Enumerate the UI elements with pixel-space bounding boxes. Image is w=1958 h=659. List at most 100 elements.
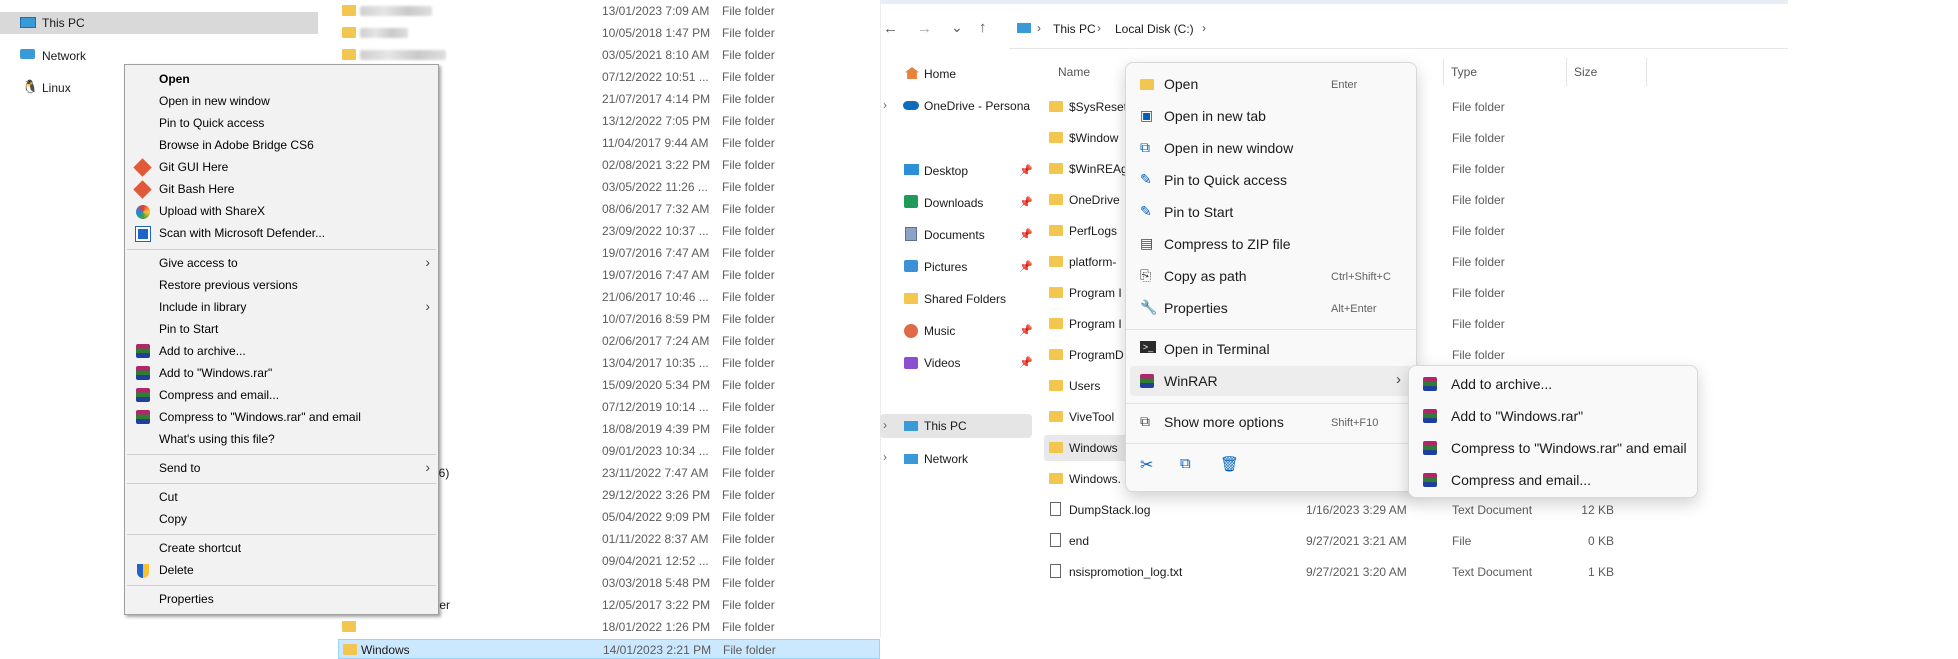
menu-include-library[interactable]: Include in library [159,300,246,314]
file-date: 23/09/2022 10:37 ... [602,224,709,238]
nav-network[interactable]: Network [924,452,968,466]
table-row[interactable]: DumpStack.log 1/16/2023 3:29 AM Text Docum… [1044,497,1644,523]
nav-pictures[interactable]: Pictures [924,260,967,274]
menu-copy[interactable]: Copy [159,512,187,526]
nav-videos[interactable]: Videos [924,356,960,370]
submenu-add-archive[interactable]: Add to archive... [1451,376,1552,392]
menu-copy-as-path[interactable]: Copy as path [1164,268,1247,284]
pin-icon[interactable]: 📌 [1019,164,1033,177]
chevron-right-icon[interactable]: › [883,98,887,112]
address-bar[interactable]: › This PC › Local Disk (C:) › [1009,11,1788,49]
menu-open-new-tab[interactable]: Open in new tab [1164,108,1266,124]
menu-open-new-window[interactable]: Open in new window [159,94,270,108]
menu-properties[interactable]: Properties [159,592,214,606]
winrar-icon [136,388,150,402]
menu-delete[interactable]: Delete [159,563,194,577]
nav-downloads[interactable]: Downloads [924,196,983,210]
chevron-down-icon[interactable]: ⌄ [951,19,963,36]
menu-git-gui[interactable]: Git GUI Here [159,160,228,174]
sidebar-item-network[interactable]: Network [0,45,200,65]
pin-icon[interactable]: 📌 [1019,356,1033,369]
menu-pin-start[interactable]: Pin to Start [159,322,218,336]
nav-shared-folders[interactable]: Shared Folders [924,292,1006,306]
menu-defender[interactable]: Scan with Microsoft Defender... [159,226,325,240]
menu-open[interactable]: Open [1164,76,1198,92]
menu-cut[interactable]: Cut [159,490,178,504]
column-header-size[interactable]: Size [1574,65,1597,79]
forward-arrow-icon[interactable]: → [917,20,932,37]
back-arrow-icon[interactable]: ← [883,20,898,37]
menu-pin-quick-access[interactable]: Pin to Quick access [1164,172,1287,188]
computer-icon [1017,23,1031,33]
column-header-name[interactable]: Name [1058,65,1090,79]
music-icon [904,324,918,338]
computer-icon [904,421,918,431]
file-type: File folder [722,378,775,392]
menu-browse-bridge[interactable]: Browse in Adobe Bridge CS6 [159,138,314,152]
menu-open-new-window[interactable]: Open in new window [1164,140,1293,156]
table-row[interactable]: 10/05/2018 1:47 PM File folder [338,23,880,43]
table-row[interactable]: Windows 14/01/2023 2:21 PM File folder [338,639,880,659]
menu-send-to[interactable]: Send to [159,461,200,475]
table-row[interactable]: 13/01/2023 7:09 AM File folder [338,1,880,21]
copy-icon[interactable]: ⧉ [1180,455,1191,472]
submenu-add-windows-rar[interactable]: Add to "Windows.rar" [1451,408,1583,424]
cut-icon[interactable]: ✂ [1140,455,1153,475]
pin-icon[interactable]: 📌 [1019,260,1033,273]
menu-create-shortcut[interactable]: Create shortcut [159,541,241,555]
file-type: File folder [722,444,775,458]
menu-pin-start[interactable]: Pin to Start [1164,204,1233,220]
sidebar-item-this-pc[interactable]: This PC [0,12,318,34]
nav-onedrive[interactable]: OneDrive - Persona [924,99,1030,113]
up-arrow-icon[interactable]: ↑ [979,19,987,36]
menu-compress-zip[interactable]: Compress to ZIP file [1164,236,1291,252]
column-divider[interactable] [1646,58,1647,86]
pin-icon[interactable]: 📌 [1019,196,1033,209]
table-row[interactable]: 03/05/2021 8:10 AM File folder [338,45,880,65]
nav-desktop[interactable]: Desktop [924,164,968,178]
submenu-compress-rar-email[interactable]: Compress to "Windows.rar" and email [1451,440,1687,456]
nav-music[interactable]: Music [924,324,955,338]
chevron-right-icon: › [1037,21,1041,35]
menu-winrar[interactable]: WinRAR › [1130,366,1412,396]
downloads-icon [904,195,918,208]
nav-this-pc[interactable]: › This PC [880,414,1032,438]
chevron-right-icon[interactable]: › [883,418,887,432]
file-size: 0 KB [1587,534,1614,548]
menu-properties[interactable]: Properties [1164,300,1228,316]
folder-icon [1049,473,1063,484]
menu-compress-rar-email[interactable]: Compress to "Windows.rar" and email [159,410,361,424]
breadcrumb-local-disk[interactable]: Local Disk (C:) [1115,22,1194,36]
folder-icon [1049,442,1063,453]
menu-whats-using[interactable]: What's using this file? [159,432,275,446]
pin-icon[interactable]: 📌 [1019,228,1033,241]
column-header-type[interactable]: Type [1451,65,1477,79]
nav-home[interactable]: Home [924,67,956,81]
menu-show-more-options[interactable]: Show more options [1164,414,1284,430]
file-type: File folder [722,334,775,348]
menu-give-access[interactable]: Give access to [159,256,238,270]
column-divider[interactable] [1443,58,1444,86]
nav-documents[interactable]: Documents [924,228,985,242]
column-divider[interactable] [1566,58,1567,86]
menu-sharex[interactable]: Upload with ShareX [159,204,265,218]
delete-icon[interactable]: 🗑 [1220,455,1239,473]
chevron-right-icon: › [1396,371,1401,388]
table-row[interactable]: end 9/27/2021 3:21 AM File 0 KB [1044,528,1644,554]
menu-open-terminal[interactable]: Open in Terminal [1164,341,1270,357]
menu-add-windows-rar[interactable]: Add to "Windows.rar" [159,366,272,380]
pin-icon[interactable]: 📌 [1019,324,1033,337]
menu-add-archive[interactable]: Add to archive... [159,344,246,358]
chevron-right-icon[interactable]: › [883,450,887,464]
file-date: 07/12/2019 10:14 ... [602,400,709,414]
file-name: PerfLogs [1069,224,1118,238]
table-row[interactable]: 18/01/2022 1:26 PM File folder [338,617,880,637]
breadcrumb-this-pc[interactable]: This PC [1053,22,1096,36]
menu-git-bash[interactable]: Git Bash Here [159,182,234,196]
menu-pin-quick-access[interactable]: Pin to Quick access [159,116,264,130]
menu-restore-versions[interactable]: Restore previous versions [159,278,298,292]
menu-compress-email[interactable]: Compress and email... [159,388,279,402]
submenu-compress-email[interactable]: Compress and email... [1451,472,1591,488]
menu-open[interactable]: Open [159,72,190,86]
table-row[interactable]: nsispromotion_log.txt 9/27/2021 3:20 AM Te… [1044,559,1644,585]
